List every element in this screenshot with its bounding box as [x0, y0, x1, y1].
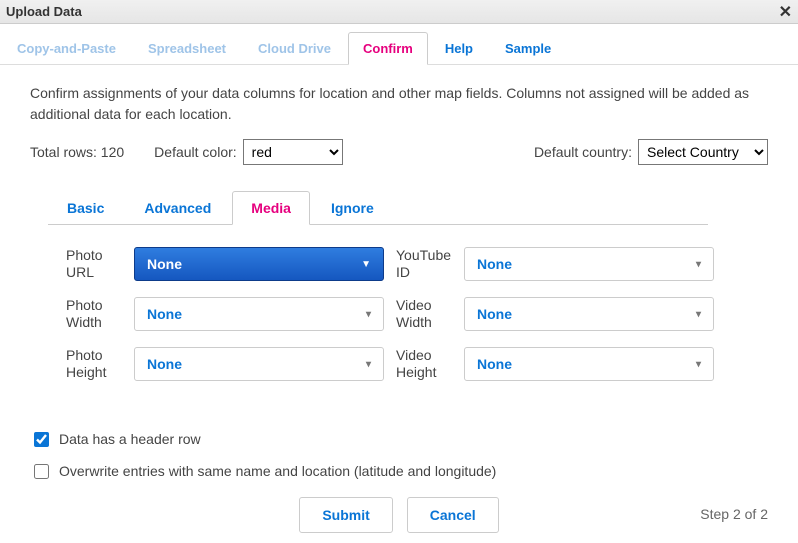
- default-color-select[interactable]: red: [243, 139, 343, 165]
- tab-spreadsheet[interactable]: Spreadsheet: [133, 32, 241, 64]
- header-row-option[interactable]: Data has a header row: [34, 431, 768, 447]
- total-rows-label: Total rows: 120: [30, 144, 124, 160]
- sub-tabs: Basic Advanced Media Ignore: [48, 191, 708, 225]
- caret-down-icon: ▼: [361, 259, 371, 270]
- overwrite-checkbox[interactable]: [34, 464, 49, 479]
- photo-url-label: Photo URL: [66, 247, 122, 281]
- action-buttons: Submit Cancel: [30, 497, 768, 533]
- caret-down-icon: ▾: [696, 259, 701, 270]
- cancel-button[interactable]: Cancel: [407, 497, 499, 533]
- default-country-select[interactable]: Select Country: [638, 139, 768, 165]
- video-width-dropdown[interactable]: None ▾: [464, 297, 714, 331]
- tab-cloud-drive[interactable]: Cloud Drive: [243, 32, 346, 64]
- caret-down-icon: ▾: [696, 359, 701, 370]
- tab-help[interactable]: Help: [430, 32, 488, 64]
- overwrite-option[interactable]: Overwrite entries with same name and loc…: [34, 463, 768, 479]
- window-title: Upload Data: [6, 4, 82, 19]
- caret-down-icon: ▾: [366, 309, 371, 320]
- default-color-label: Default color:: [154, 144, 236, 160]
- step-indicator: Step 2 of 2: [700, 506, 768, 522]
- overwrite-label: Overwrite entries with same name and loc…: [59, 463, 496, 479]
- photo-width-label: Photo Width: [66, 297, 122, 331]
- instruction-text: Confirm assignments of your data columns…: [30, 83, 768, 125]
- photo-height-value: None: [147, 356, 182, 372]
- default-country-label: Default country:: [534, 144, 632, 160]
- summary-row: Total rows: 120 Default color: red Defau…: [30, 139, 768, 165]
- photo-width-dropdown[interactable]: None ▾: [134, 297, 384, 331]
- youtube-id-label: YouTube ID: [396, 247, 452, 281]
- video-width-label: Video Width: [396, 297, 452, 331]
- caret-down-icon: ▾: [366, 359, 371, 370]
- video-width-value: None: [477, 306, 512, 322]
- photo-width-value: None: [147, 306, 182, 322]
- photo-url-dropdown[interactable]: None ▼: [134, 247, 384, 281]
- header-row-checkbox[interactable]: [34, 432, 49, 447]
- titlebar: Upload Data ✕: [0, 0, 798, 24]
- tab-copy-paste[interactable]: Copy-and-Paste: [2, 32, 131, 64]
- main-tabs: Copy-and-Paste Spreadsheet Cloud Drive C…: [0, 24, 798, 65]
- video-height-value: None: [477, 356, 512, 372]
- tab-confirm[interactable]: Confirm: [348, 32, 428, 65]
- subtab-ignore[interactable]: Ignore: [312, 191, 393, 225]
- youtube-id-dropdown[interactable]: None ▾: [464, 247, 714, 281]
- subtab-basic[interactable]: Basic: [48, 191, 123, 225]
- video-height-label: Video Height: [396, 347, 452, 381]
- video-height-dropdown[interactable]: None ▾: [464, 347, 714, 381]
- options-checkboxes: Data has a header row Overwrite entries …: [34, 431, 768, 479]
- caret-down-icon: ▾: [696, 309, 701, 320]
- photo-url-value: None: [147, 256, 182, 272]
- media-fields: Photo URL None ▼ YouTube ID None ▾ Photo…: [30, 225, 768, 407]
- photo-height-dropdown[interactable]: None ▾: [134, 347, 384, 381]
- subtab-advanced[interactable]: Advanced: [125, 191, 230, 225]
- tab-sample[interactable]: Sample: [490, 32, 566, 64]
- submit-button[interactable]: Submit: [299, 497, 392, 533]
- confirm-panel: Confirm assignments of your data columns…: [0, 65, 798, 543]
- subtab-media[interactable]: Media: [232, 191, 310, 225]
- youtube-id-value: None: [477, 256, 512, 272]
- photo-height-label: Photo Height: [66, 347, 122, 381]
- close-icon[interactable]: ✕: [779, 2, 792, 22]
- header-row-label: Data has a header row: [59, 431, 201, 447]
